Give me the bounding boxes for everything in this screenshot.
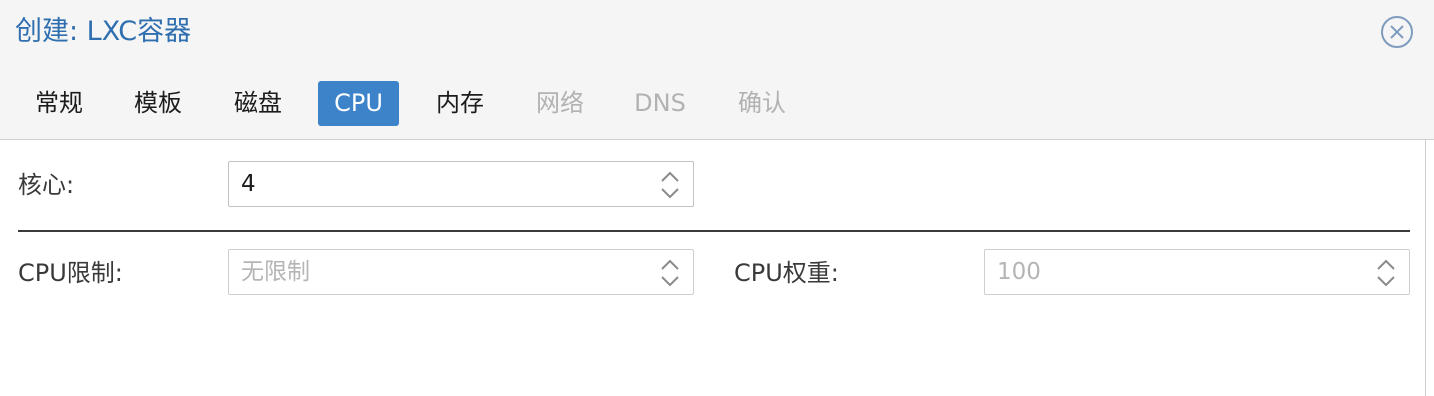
cores-spinner[interactable] bbox=[228, 161, 694, 207]
section-divider bbox=[18, 230, 1410, 232]
close-circle-icon bbox=[1381, 16, 1413, 48]
cpu-weight-input[interactable] bbox=[997, 256, 1361, 288]
chevron-up-down-icon[interactable] bbox=[659, 169, 681, 201]
tab-template[interactable]: 模板 bbox=[118, 81, 198, 126]
tab-network: 网络 bbox=[536, 89, 584, 117]
cpu-weight-label: CPU权重: bbox=[734, 259, 839, 287]
dialog-title: 创建: LXC容器 bbox=[15, 16, 192, 47]
tab-disks[interactable]: 磁盘 bbox=[218, 81, 298, 126]
dialog-header: 创建: LXC容器 常规 模板 磁盘 CPU 内存 网络 DNS 确认 bbox=[0, 0, 1434, 140]
tab-cpu[interactable]: CPU bbox=[318, 81, 399, 126]
tab-confirm: 确认 bbox=[738, 89, 786, 117]
cpu-limit-input[interactable] bbox=[241, 256, 645, 288]
cpu-weight-spinner[interactable] bbox=[984, 249, 1410, 295]
tab-memory[interactable]: 内存 bbox=[420, 81, 500, 126]
chevron-up-down-icon[interactable] bbox=[659, 257, 681, 289]
panel-border bbox=[1425, 140, 1426, 396]
cores-label: 核心: bbox=[18, 171, 75, 199]
chevron-up-down-icon[interactable] bbox=[1375, 257, 1397, 289]
cpu-limit-label: CPU限制: bbox=[18, 259, 123, 287]
close-button[interactable] bbox=[1380, 15, 1414, 49]
cpu-limit-spinner[interactable] bbox=[228, 249, 694, 295]
tab-general[interactable]: 常规 bbox=[20, 81, 98, 126]
tab-dns: DNS bbox=[634, 89, 686, 117]
create-lxc-container-dialog: 创建: LXC容器 常规 模板 磁盘 CPU 内存 网络 DNS 确认 核心: bbox=[0, 0, 1434, 396]
cores-input[interactable] bbox=[241, 168, 645, 200]
